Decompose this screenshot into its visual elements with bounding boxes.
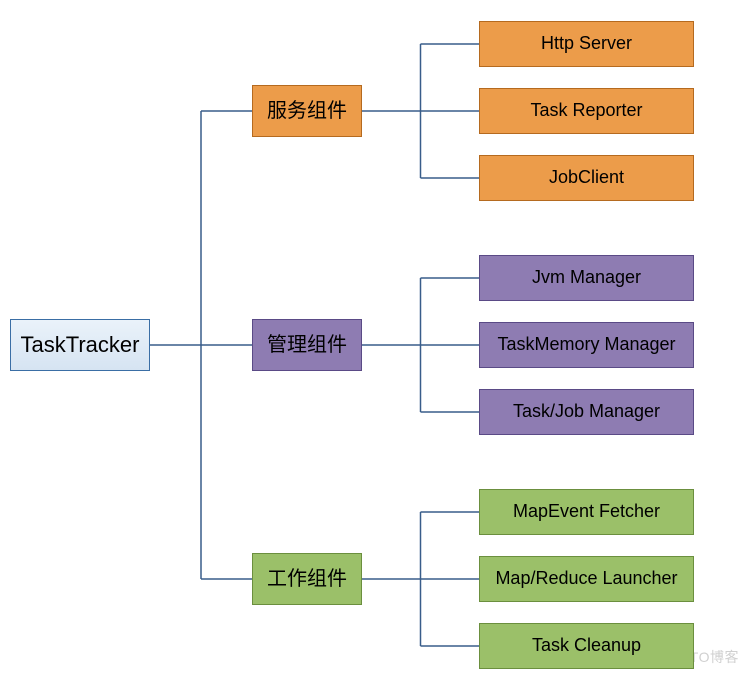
category-label: 服务组件 bbox=[267, 99, 347, 123]
category-node: 工作组件 bbox=[252, 553, 362, 605]
leaf-node: Task/Job Manager bbox=[479, 389, 694, 435]
leaf-node: Map/Reduce Launcher bbox=[479, 556, 694, 602]
leaf-node: Task Reporter bbox=[479, 88, 694, 134]
leaf-node: Jvm Manager bbox=[479, 255, 694, 301]
leaf-node: TaskMemory Manager bbox=[479, 322, 694, 368]
category-node: 管理组件 bbox=[252, 319, 362, 371]
leaf-node: JobClient bbox=[479, 155, 694, 201]
category-label: 管理组件 bbox=[267, 333, 347, 357]
leaf-label: MapEvent Fetcher bbox=[513, 501, 660, 523]
leaf-label: Task Reporter bbox=[530, 100, 642, 122]
leaf-node: Http Server bbox=[479, 21, 694, 67]
leaf-label: Task Cleanup bbox=[532, 635, 641, 657]
leaf-label: Task/Job Manager bbox=[513, 401, 660, 423]
root-label: TaskTracker bbox=[21, 332, 140, 358]
leaf-label: Http Server bbox=[541, 33, 632, 55]
leaf-label: JobClient bbox=[549, 167, 624, 189]
leaf-label: Jvm Manager bbox=[532, 267, 641, 289]
root-node: TaskTracker bbox=[10, 319, 150, 371]
leaf-node: MapEvent Fetcher bbox=[479, 489, 694, 535]
category-label: 工作组件 bbox=[267, 567, 347, 591]
leaf-label: Map/Reduce Launcher bbox=[495, 568, 677, 590]
leaf-node: Task Cleanup bbox=[479, 623, 694, 669]
category-node: 服务组件 bbox=[252, 85, 362, 137]
leaf-label: TaskMemory Manager bbox=[497, 334, 675, 356]
